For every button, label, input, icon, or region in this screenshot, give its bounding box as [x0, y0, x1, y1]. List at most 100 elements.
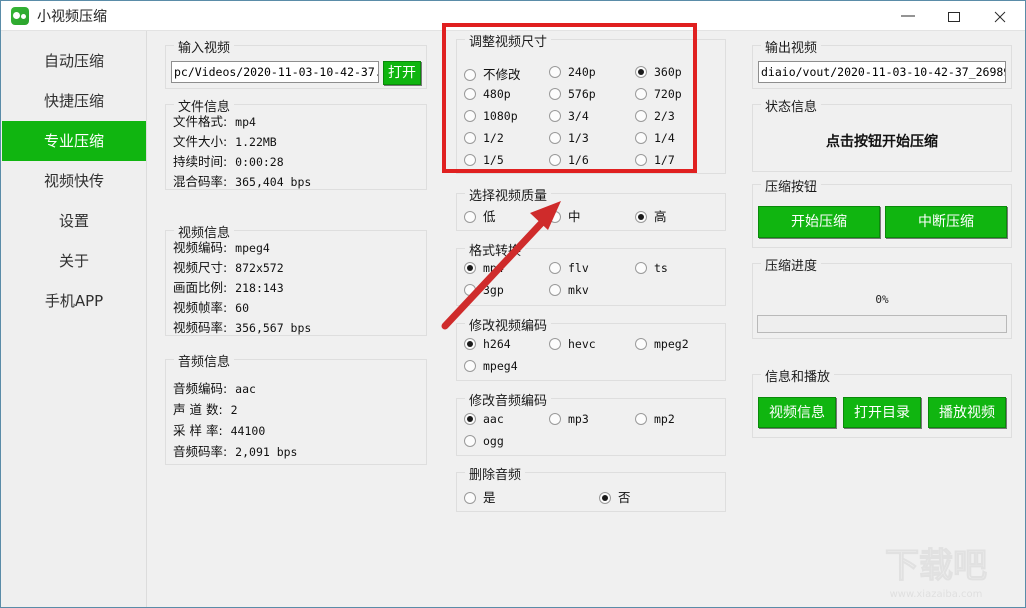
resize-option-half[interactable]: 1/2	[464, 130, 504, 145]
sidebar-item-label: 自动压缩	[43, 52, 104, 70]
acodec-option-label: mp3	[568, 412, 589, 426]
acodec-option-mp3[interactable]: mp3	[549, 411, 589, 426]
vcodec-option-label: mpeg2	[654, 337, 689, 351]
radio-icon	[635, 211, 647, 223]
quality-option-medium[interactable]: 中	[549, 206, 581, 225]
progress-bar	[757, 315, 1007, 333]
open-file-button[interactable]: 打开	[383, 61, 421, 85]
title-bar: 小视频压缩	[1, 1, 1025, 31]
format-option-label: 3gp	[483, 283, 504, 297]
resize-option-label: 1/6	[568, 153, 589, 167]
watermark: 下载吧 www.xiazaiba.com	[861, 546, 1011, 601]
format-option-3gp[interactable]: 3gp	[464, 282, 504, 297]
file-size-label: 文件大小:	[173, 134, 228, 149]
resize-option-quarter[interactable]: 1/4	[635, 130, 675, 145]
start-compress-button[interactable]: 开始压缩	[758, 206, 880, 238]
sidebar-item-auto-compress[interactable]: 自动压缩	[2, 41, 146, 81]
status-group: 状态信息 点击按钮开始压缩	[752, 96, 1012, 172]
remove-audio-option-label: 是	[483, 490, 496, 505]
quality-option-label: 高	[654, 209, 667, 224]
radio-icon	[464, 492, 476, 504]
resize-option-label: 1/2	[483, 131, 504, 145]
aspect-ratio-value: 218:143	[235, 281, 284, 295]
radio-icon	[635, 132, 647, 144]
audio-codec-legend: 修改音频编码	[465, 390, 552, 409]
format-option-ts[interactable]: ts	[635, 260, 668, 275]
resize-option-fifth[interactable]: 1/5	[464, 152, 504, 167]
vcodec-option-mpeg2[interactable]: mpeg2	[635, 336, 689, 351]
radio-icon	[464, 360, 476, 372]
resize-option-360p[interactable]: 360p	[635, 64, 682, 79]
resize-option-two-thirds[interactable]: 2/3	[635, 108, 675, 123]
duration-value: 0:00:28	[235, 155, 284, 169]
video-codec-label: 视频编码:	[173, 240, 228, 255]
format-option-mp4[interactable]: mp4	[464, 260, 504, 275]
minimize-button[interactable]	[885, 1, 931, 30]
video-info-row: 视频码率: 356,567 bps	[173, 317, 311, 336]
acodec-option-ogg[interactable]: ogg	[464, 433, 504, 448]
video-info-button[interactable]: 视频信息	[758, 397, 836, 428]
sidebar: 自动压缩 快捷压缩 专业压缩 视频快传 设置 关于 手机APP	[2, 31, 147, 607]
vcodec-option-label: hevc	[568, 337, 596, 351]
sidebar-item-video-transfer[interactable]: 视频快传	[2, 161, 146, 201]
vcodec-option-mpeg4[interactable]: mpeg4	[464, 358, 518, 373]
radio-icon	[464, 154, 476, 166]
framerate-label: 视频帧率:	[173, 300, 228, 315]
resize-option-three-quarter[interactable]: 3/4	[549, 108, 589, 123]
radio-icon	[635, 262, 647, 274]
quality-option-high[interactable]: 高	[635, 206, 667, 225]
resize-option-nochange[interactable]: 不修改	[464, 64, 521, 83]
watermark-text: 下载吧	[885, 546, 988, 586]
format-option-flv[interactable]: flv	[549, 260, 589, 275]
sidebar-item-about[interactable]: 关于	[2, 241, 146, 281]
resize-option-third[interactable]: 1/3	[549, 130, 589, 145]
sidebar-item-quick-compress[interactable]: 快捷压缩	[2, 81, 146, 121]
resize-option-480p[interactable]: 480p	[464, 86, 511, 101]
progress-percent-label: 0%	[875, 293, 889, 306]
acodec-option-label: aac	[483, 412, 504, 426]
radio-icon	[549, 338, 561, 350]
sidebar-item-mobile-app[interactable]: 手机APP	[2, 281, 146, 321]
sidebar-item-label: 专业压缩	[43, 132, 104, 150]
acodec-option-label: ogg	[483, 434, 504, 448]
remove-audio-option-yes[interactable]: 是	[464, 487, 496, 506]
resize-option-1080p[interactable]: 1080p	[464, 108, 518, 123]
sidebar-item-pro-compress[interactable]: 专业压缩	[2, 121, 146, 161]
radio-icon	[464, 88, 476, 100]
resize-option-label: 1/4	[654, 131, 675, 145]
radio-icon	[464, 413, 476, 425]
radio-icon	[549, 284, 561, 296]
sidebar-item-label: 关于	[58, 252, 89, 270]
acodec-option-aac[interactable]: aac	[464, 411, 504, 426]
video-info-row: 画面比例: 218:143	[173, 277, 284, 296]
resize-option-seventh[interactable]: 1/7	[635, 152, 675, 167]
quality-option-low[interactable]: 低	[464, 206, 496, 225]
resize-option-240p[interactable]: 240p	[549, 64, 596, 79]
radio-icon	[549, 413, 561, 425]
resize-option-label: 1/3	[568, 131, 589, 145]
resize-option-576p[interactable]: 576p	[549, 86, 596, 101]
vcodec-option-hevc[interactable]: hevc	[549, 336, 596, 351]
open-directory-button[interactable]: 打开目录	[843, 397, 921, 428]
remove-audio-option-no[interactable]: 否	[599, 487, 631, 506]
acodec-option-mp2[interactable]: mp2	[635, 411, 675, 426]
vcodec-option-label: mpeg4	[483, 359, 518, 373]
resize-option-label: 不修改	[483, 67, 521, 82]
vcodec-option-h264[interactable]: h264	[464, 336, 511, 351]
audio-bitrate-label: 音频码率:	[173, 444, 228, 459]
quality-legend: 选择视频质量	[465, 185, 552, 204]
stop-compress-button[interactable]: 中断压缩	[885, 206, 1007, 238]
radio-icon	[549, 88, 561, 100]
radio-icon	[635, 338, 647, 350]
sidebar-item-settings[interactable]: 设置	[2, 201, 146, 241]
input-path-field[interactable]: pc/Videos/2020-11-03-10-42-37.mp4	[171, 61, 379, 83]
resize-option-sixth[interactable]: 1/6	[549, 152, 589, 167]
maximize-button[interactable]	[931, 1, 977, 30]
close-button[interactable]	[977, 1, 1023, 30]
radio-icon	[549, 211, 561, 223]
sidebar-item-label: 手机APP	[44, 292, 104, 310]
output-path-field[interactable]: diaio/vout/2020-11-03-10-42-37_269890.mp…	[758, 61, 1006, 83]
format-option-mkv[interactable]: mkv	[549, 282, 589, 297]
resize-option-720p[interactable]: 720p	[635, 86, 682, 101]
play-video-button[interactable]: 播放视频	[928, 397, 1006, 428]
